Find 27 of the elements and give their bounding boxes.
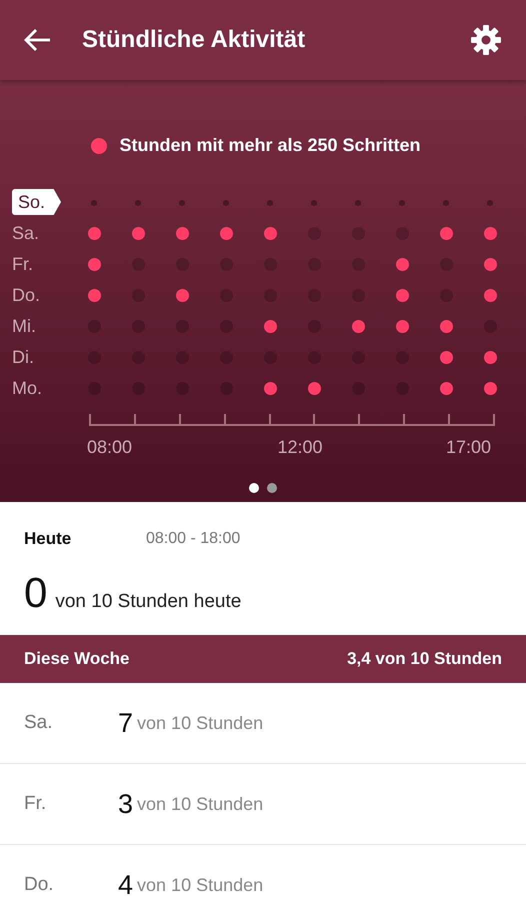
- day-label[interactable]: Mo.: [12, 373, 42, 404]
- legend-label: Stunden mit mehr als 250 Schritten: [119, 134, 421, 157]
- day-value: 3: [118, 788, 134, 821]
- today-label: Heute: [24, 528, 72, 550]
- time-label: 17:00: [446, 436, 491, 459]
- day-label[interactable]: Do.: [12, 280, 40, 311]
- today-goal-text: von 10 Stunden heute: [55, 590, 242, 614]
- time-label: 12:00: [277, 436, 323, 459]
- day-label[interactable]: Mi.: [12, 311, 36, 342]
- day-value: 7: [118, 706, 134, 740]
- day-label: Fr.: [24, 792, 48, 816]
- time-range: 08:00 - 18:00: [146, 528, 240, 549]
- day-label[interactable]: Di.: [12, 342, 34, 373]
- time-label: 08:00: [87, 436, 132, 459]
- day-value: 4: [118, 868, 134, 900]
- day-label[interactable]: So.: [12, 189, 62, 215]
- day-label[interactable]: Sa.: [12, 218, 40, 249]
- day-goal-text: von 10 Stunden: [137, 792, 264, 816]
- today-value: 0: [24, 572, 48, 614]
- day-label[interactable]: Fr.: [12, 249, 33, 280]
- week-total: 3,4 von 10 Stunden: [347, 648, 502, 670]
- day-label: Do.: [24, 872, 55, 897]
- week-label: Diese Woche: [24, 648, 130, 670]
- day-label: Sa.: [24, 710, 54, 735]
- screen-title: Stündliche Aktivität: [82, 25, 306, 55]
- day-goal-text: von 10 Stunden: [137, 874, 264, 896]
- day-goal-text: von 10 Stunden: [137, 712, 264, 734]
